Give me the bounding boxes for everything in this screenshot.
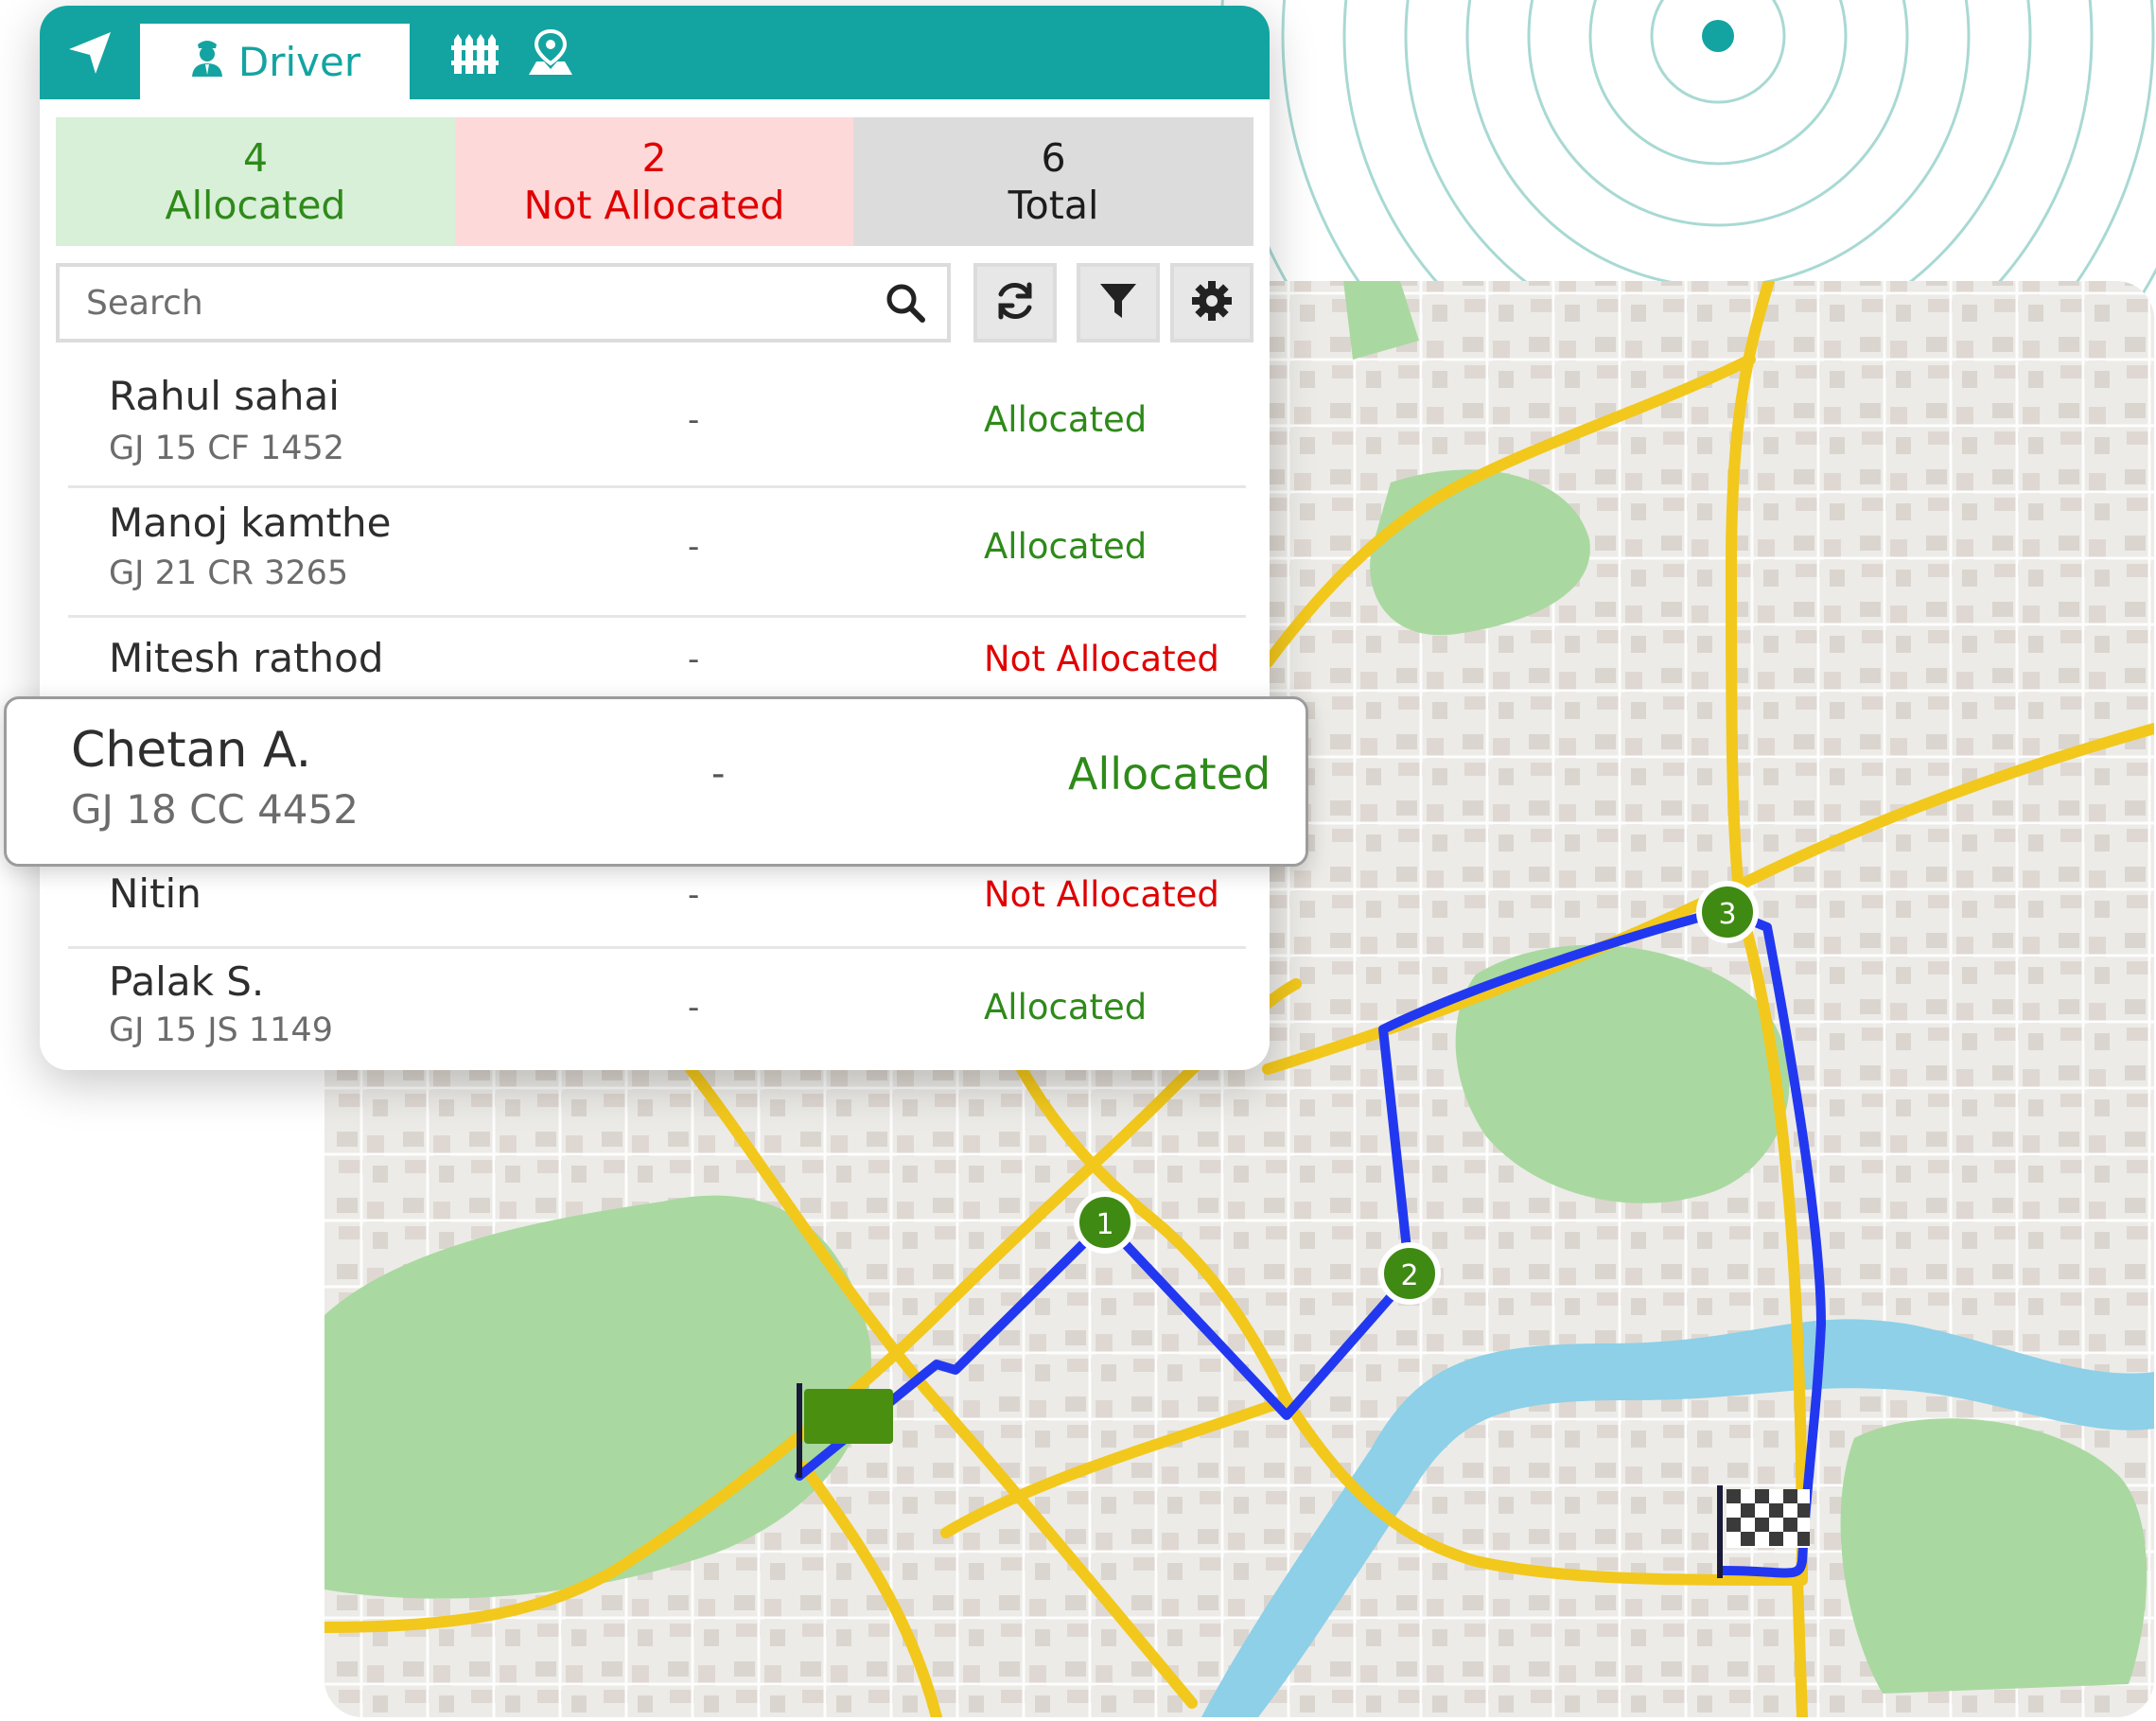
svg-text:1: 1 bbox=[1096, 1208, 1113, 1241]
driver-row[interactable]: Palak S. GJ 15 JS 1149 - Allocated bbox=[68, 949, 1246, 1070]
allocation-status: Not Allocated bbox=[984, 639, 1219, 679]
driver-icon bbox=[189, 37, 225, 86]
driver-info: - bbox=[688, 528, 700, 566]
driver-info: - bbox=[688, 401, 700, 439]
not-allocated-label: Not Allocated bbox=[523, 183, 785, 228]
allocated-count: 4 bbox=[242, 135, 269, 181]
search-input[interactable] bbox=[60, 267, 873, 339]
not-allocated-summary[interactable]: 2 Not Allocated bbox=[455, 117, 853, 246]
allocation-status: Allocated bbox=[984, 526, 1148, 567]
navigation-arrow-icon[interactable] bbox=[40, 6, 140, 99]
allocation-status: Allocated bbox=[984, 987, 1148, 1027]
driver-row[interactable]: Manoj kamthe GJ 21 CR 3265 - Allocated bbox=[68, 488, 1246, 618]
driver-row[interactable]: Nitin - Not Allocated bbox=[68, 867, 1246, 949]
vehicle-plate: GJ 18 CC 4452 bbox=[71, 786, 359, 833]
driver-name: Rahul sahai bbox=[109, 373, 340, 419]
driver-info: - bbox=[711, 752, 726, 796]
driver-name: Chetan A. bbox=[71, 722, 312, 779]
allocation-status: Allocated bbox=[984, 399, 1148, 440]
tab-driver-label: Driver bbox=[237, 38, 361, 85]
search-icon[interactable] bbox=[885, 282, 926, 327]
not-allocated-count: 2 bbox=[641, 135, 667, 181]
tab-driver[interactable]: Driver bbox=[140, 24, 410, 99]
vehicle-plate: GJ 21 CR 3265 bbox=[109, 554, 349, 592]
waypoint-2: 2 bbox=[1378, 1242, 1441, 1305]
vehicle-plate: GJ 15 CF 1452 bbox=[109, 430, 344, 467]
driver-row[interactable]: Rahul sahai GJ 15 CF 1452 - Allocated bbox=[68, 348, 1246, 488]
map-pin-icon[interactable] bbox=[480, 6, 622, 99]
tab-bar: Driver bbox=[40, 6, 1270, 99]
settings-button[interactable] bbox=[1170, 263, 1253, 342]
driver-row[interactable]: Mitesh rathod - Not Allocated bbox=[68, 618, 1246, 703]
waypoint-1: 1 bbox=[1074, 1191, 1136, 1254]
filter-button[interactable] bbox=[1077, 263, 1160, 342]
driver-panel: Driver 4 Allocated 2 Not Allocated 6 Tot… bbox=[40, 6, 1270, 1070]
svg-text:3: 3 bbox=[1718, 898, 1736, 931]
allocation-status: Allocated bbox=[1068, 748, 1271, 799]
total-count: 6 bbox=[1041, 135, 1066, 181]
search-box bbox=[56, 263, 951, 342]
waypoint-3: 3 bbox=[1696, 881, 1759, 943]
driver-info: - bbox=[688, 989, 700, 1027]
allocation-summary: 4 Allocated 2 Not Allocated 6 Total bbox=[56, 117, 1253, 246]
allocated-label: Allocated bbox=[165, 183, 346, 228]
center-dot bbox=[1702, 20, 1734, 52]
allocated-summary[interactable]: 4 Allocated bbox=[56, 117, 455, 246]
refresh-button[interactable] bbox=[973, 263, 1057, 342]
refresh-icon bbox=[993, 279, 1037, 326]
allocation-status: Not Allocated bbox=[984, 874, 1219, 915]
svg-text:2: 2 bbox=[1400, 1259, 1418, 1292]
driver-name: Palak S. bbox=[109, 958, 265, 1005]
total-summary[interactable]: 6 Total bbox=[853, 117, 1253, 246]
driver-info: - bbox=[688, 876, 700, 914]
filter-icon bbox=[1097, 280, 1139, 325]
vehicle-plate: GJ 15 JS 1149 bbox=[109, 1011, 333, 1049]
gear-icon bbox=[1190, 279, 1234, 326]
driver-info: - bbox=[688, 641, 700, 678]
driver-name: Manoj kamthe bbox=[109, 500, 392, 546]
driver-name: Nitin bbox=[109, 870, 202, 917]
selected-driver-card[interactable]: Chetan A. GJ 18 CC 4452 - Allocated bbox=[4, 696, 1308, 867]
total-label: Total bbox=[1008, 183, 1099, 228]
driver-name: Mitesh rathod bbox=[109, 635, 384, 681]
